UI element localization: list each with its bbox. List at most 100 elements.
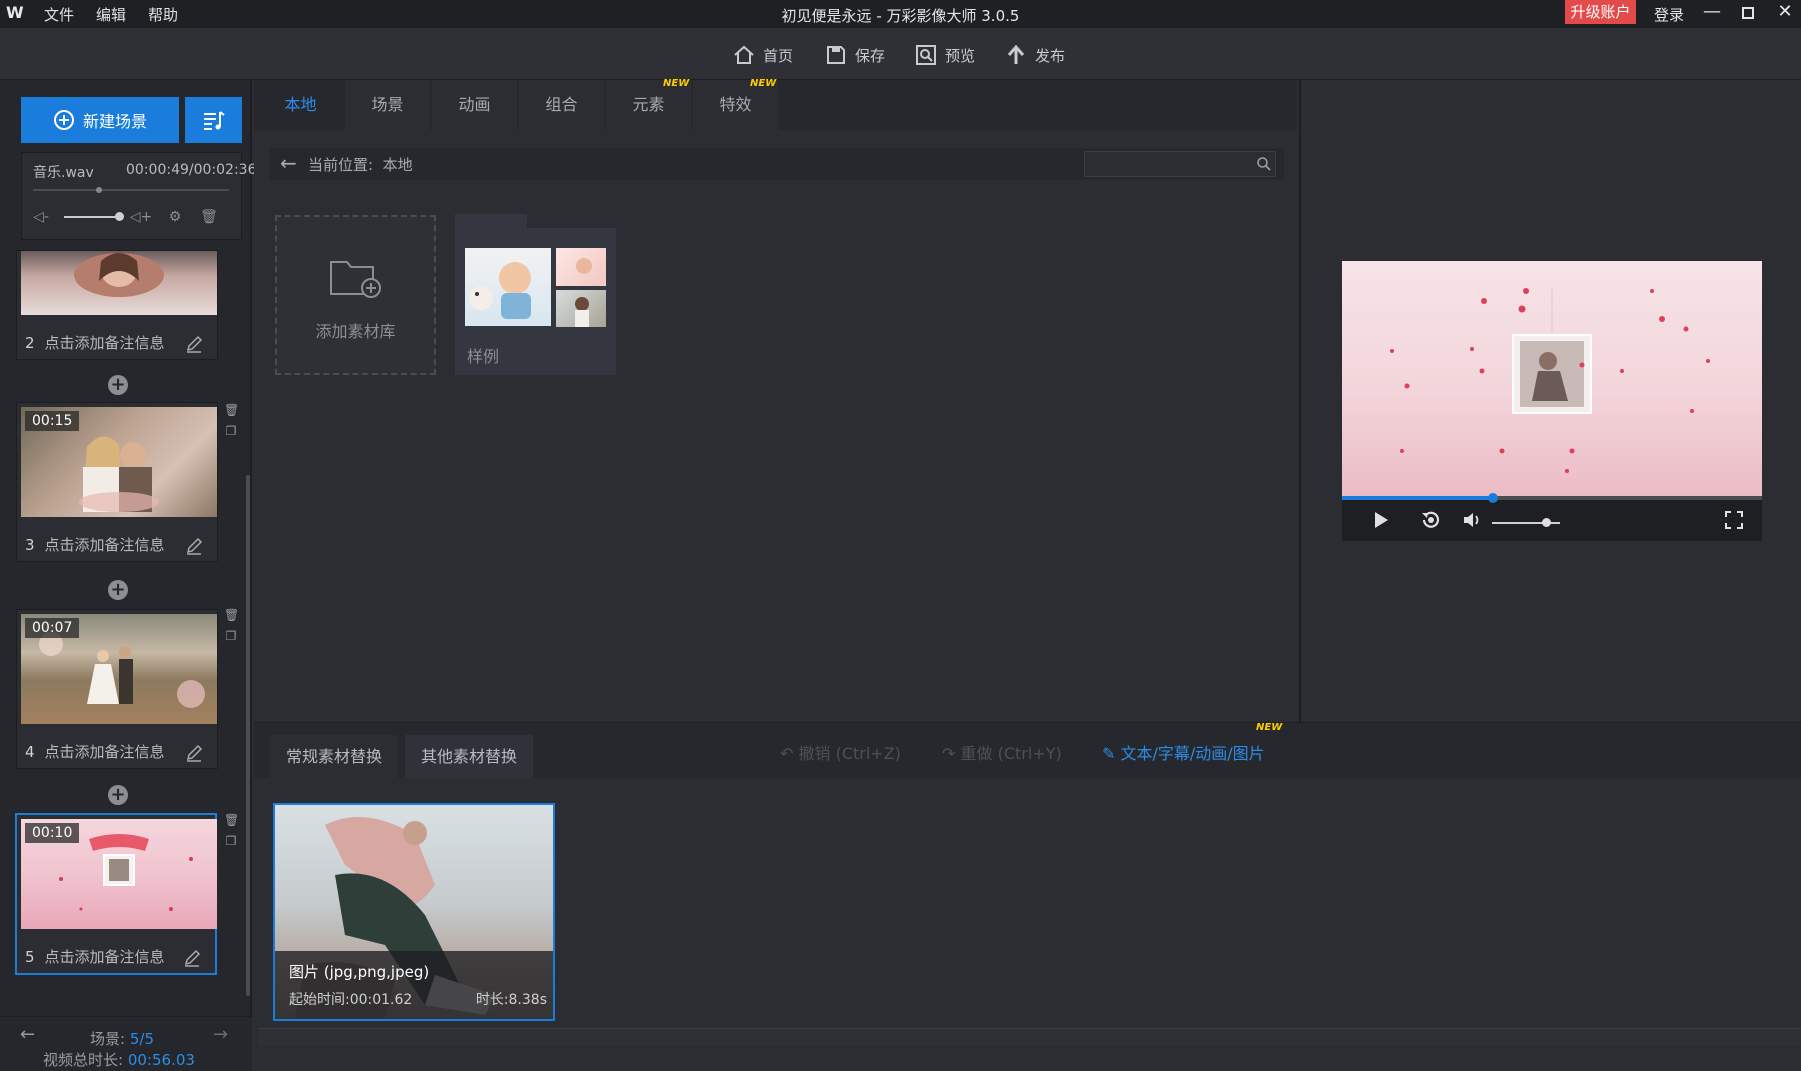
delete-scene-icon[interactable]: 🗑 <box>224 403 239 417</box>
edit-icon[interactable] <box>185 335 203 353</box>
replace-area-scrollbar[interactable] <box>258 1028 1801 1046</box>
music-volume-knob[interactable] <box>115 212 124 221</box>
window-title: 初见便是永远 - 万彩影像大师 3.0.5 <box>781 7 1020 25</box>
scene-note[interactable]: 2 点击添加备注信息 <box>25 332 165 353</box>
preview-canvas <box>1342 261 1762 497</box>
total-duration: 视频总时长: 00:56.03 <box>43 1051 195 1069</box>
add-library-label: 添加素材库 <box>315 322 396 341</box>
sample-folder-label: 样例 <box>467 347 500 366</box>
delete-scene-icon[interactable]: 🗑 <box>224 813 239 827</box>
minimize-icon[interactable]: — <box>1697 1 1727 25</box>
delete-scene-icon[interactable]: 🗑 <box>224 608 239 622</box>
music-time: 00:00:49/00:02:36 <box>126 162 257 178</box>
volume-down-icon[interactable]: ◁- <box>30 206 52 228</box>
save-icon <box>827 46 845 64</box>
replace-image-card[interactable]: 图片 (jpg,png,jpeg) 起始时间:00:01.62 时长:8.38s <box>273 803 555 1021</box>
music-list-icon <box>203 111 225 130</box>
search-icon[interactable] <box>1256 156 1272 172</box>
save-label: 保存 <box>855 46 886 65</box>
player-controls <box>1342 497 1762 541</box>
login-button[interactable]: 登录 <box>1654 4 1684 25</box>
tab-combo[interactable]: 组合 <box>519 80 605 130</box>
scene-note[interactable]: 3 点击添加备注信息 <box>25 534 165 555</box>
home-label: 首页 <box>763 46 794 65</box>
next-scene-arrow-icon[interactable]: → <box>213 1024 228 1045</box>
scene-note[interactable]: 5 点击添加备注信息 <box>25 946 165 967</box>
preview-progress-knob[interactable] <box>1488 493 1498 503</box>
music-progress-knob[interactable] <box>96 187 102 193</box>
maximize-icon[interactable] <box>1733 1 1763 25</box>
redo-icon: ↷ <box>942 744 956 763</box>
text-subtitle-animation-button[interactable]: ✎ 文本/字幕/动画/图片 <box>1102 740 1265 764</box>
edit-icon[interactable] <box>185 744 203 762</box>
preview-volume-knob[interactable] <box>1542 518 1551 527</box>
home-icon <box>734 45 754 64</box>
scene-list-button[interactable] <box>185 97 242 143</box>
replay-icon[interactable] <box>1420 510 1442 530</box>
copy-scene-icon[interactable]: ❐ <box>224 424 238 438</box>
upgrade-account-button[interactable]: 升级账户 <box>1565 0 1636 24</box>
tab-local[interactable]: 本地 <box>258 80 344 130</box>
image-type-label: 图片 (jpg,png,jpeg) <box>289 963 430 981</box>
preview-label: 预览 <box>945 46 976 65</box>
new-scene-label: 新建场景 <box>82 112 147 131</box>
music-progress-track[interactable] <box>33 189 229 191</box>
settings-icon[interactable]: ⚙ <box>164 206 186 228</box>
plus-circle-icon <box>53 110 74 130</box>
copy-scene-icon[interactable]: ❐ <box>224 629 238 643</box>
scene-thumbnail: 00:15 <box>21 407 217 517</box>
scene-thumbnail: 00:10 <box>21 819 217 929</box>
preview-progress-fill <box>1342 496 1493 500</box>
fullscreen-icon[interactable] <box>1724 510 1744 530</box>
start-time: 起始时间:00:01.62 <box>289 992 413 1008</box>
tab-other-replace[interactable]: 其他素材替换 <box>405 735 534 778</box>
preview-button[interactable]: 预览 <box>915 42 975 68</box>
new-scene-button[interactable]: 新建场景 <box>21 97 179 143</box>
scene-card[interactable]: 2 点击添加备注信息 <box>16 250 218 360</box>
sample-photo <box>556 248 606 286</box>
sample-photo <box>556 290 606 327</box>
save-button[interactable]: 保存 <box>825 42 885 68</box>
undo-icon: ↶ <box>780 744 794 763</box>
sample-photo-baby <box>465 248 551 326</box>
copy-scene-icon[interactable]: ❐ <box>224 834 238 848</box>
redo-button[interactable]: ↷ 重做 (Ctrl+Y) <box>942 740 1062 764</box>
scene-duration-badge: 00:15 <box>25 411 80 431</box>
scene-card[interactable]: 00:15 3 点击添加备注信息 <box>16 402 218 562</box>
scene-note[interactable]: 4 点击添加备注信息 <box>25 741 165 762</box>
publish-button[interactable]: 发布 <box>1005 42 1065 68</box>
replace-card-info: 图片 (jpg,png,jpeg) 起始时间:00:01.62 时长:8.38s <box>275 951 553 1019</box>
new-badge: NEW <box>1256 722 1283 733</box>
add-scene-icon[interactable]: + <box>108 375 128 395</box>
new-badge: NEW <box>663 78 690 89</box>
play-icon[interactable] <box>1372 510 1390 530</box>
breadcrumb: 当前位置: 本地 <box>308 156 413 174</box>
scene-list-scrollbar[interactable] <box>246 475 250 996</box>
add-scene-icon[interactable]: + <box>108 785 128 805</box>
music-file-name: 音乐.wav <box>33 165 94 181</box>
scene-count: 场景: 5/5 <box>90 1030 154 1048</box>
preview-icon <box>916 45 936 65</box>
back-arrow-icon[interactable]: ← <box>280 151 297 175</box>
prev-scene-arrow-icon[interactable]: ← <box>20 1024 35 1045</box>
undo-button[interactable]: ↶ 撤销 (Ctrl+Z) <box>780 740 901 764</box>
clip-duration: 时长:8.38s <box>475 992 547 1008</box>
scene-card[interactable]: 00:07 4 点击添加备注信息 <box>16 609 218 769</box>
close-icon[interactable]: ✕ <box>1770 1 1800 25</box>
volume-icon[interactable] <box>1462 510 1482 530</box>
home-button[interactable]: 首页 <box>733 42 793 68</box>
new-badge: NEW <box>750 78 777 89</box>
scene-card-selected[interactable]: 00:10 5 点击添加备注信息 <box>15 813 217 975</box>
upload-icon <box>1007 44 1025 64</box>
volume-up-icon[interactable]: ◁+ <box>130 206 153 228</box>
delete-icon[interactable]: 🗑 <box>198 206 220 228</box>
tab-animation[interactable]: 动画 <box>432 80 518 130</box>
music-volume-slider[interactable] <box>64 216 120 218</box>
tab-regular-replace[interactable]: 常规素材替换 <box>270 735 399 778</box>
search-input[interactable] <box>1084 151 1276 177</box>
edit-icon[interactable] <box>183 949 201 967</box>
publish-label: 发布 <box>1035 46 1066 65</box>
add-scene-icon[interactable]: + <box>108 580 128 600</box>
tab-scene[interactable]: 场景 <box>345 80 431 130</box>
edit-icon[interactable] <box>185 537 203 555</box>
